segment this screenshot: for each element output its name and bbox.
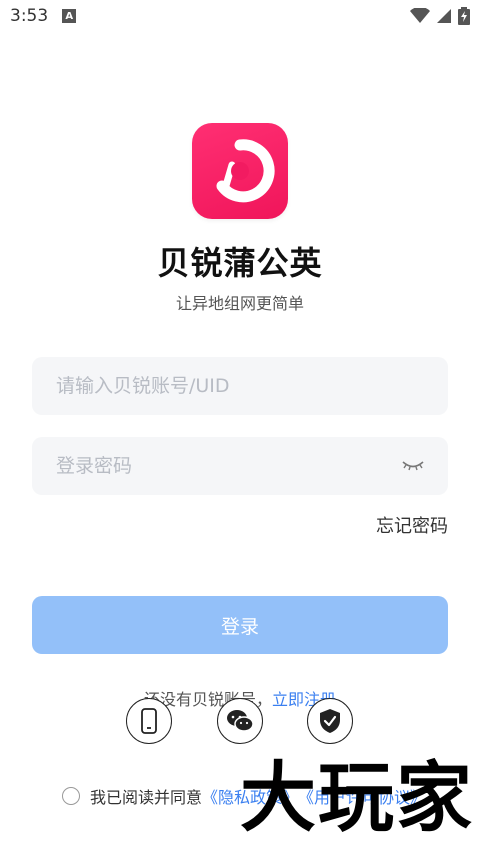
watermark: 大玩家	[240, 753, 474, 842]
app-logo	[192, 123, 288, 219]
battery-charging-icon	[458, 7, 470, 25]
agreement-prefix: 我已阅读并同意	[90, 788, 203, 807]
dandelion-logo-icon	[216, 139, 275, 203]
phone-icon	[141, 708, 157, 734]
password-input[interactable]	[54, 454, 400, 478]
password-field[interactable]	[32, 437, 448, 495]
a-icon: A	[62, 9, 77, 23]
sso-login-button[interactable]	[307, 698, 353, 744]
app-title: 贝锐蒲公英	[157, 244, 323, 282]
wifi-icon	[410, 8, 430, 23]
account-field[interactable]	[32, 357, 448, 415]
agreement-checkbox[interactable]	[62, 787, 80, 805]
account-input[interactable]	[54, 374, 426, 398]
signal-icon	[437, 9, 451, 23]
phone-login-button[interactable]	[126, 698, 172, 744]
show-password-toggle[interactable]	[400, 456, 426, 476]
wechat-icon	[227, 710, 254, 732]
wechat-login-button[interactable]	[217, 698, 263, 744]
login-button[interactable]: 登录	[32, 596, 448, 654]
app-slogan: 让异地组网更简单	[175, 294, 304, 313]
eye-closed-icon	[402, 461, 424, 471]
status-time: 3:53	[10, 6, 49, 26]
forgot-password-link[interactable]: 忘记密码	[376, 512, 448, 538]
status-bar: 3:53 A	[0, 0, 480, 32]
shield-check-icon	[320, 709, 340, 733]
